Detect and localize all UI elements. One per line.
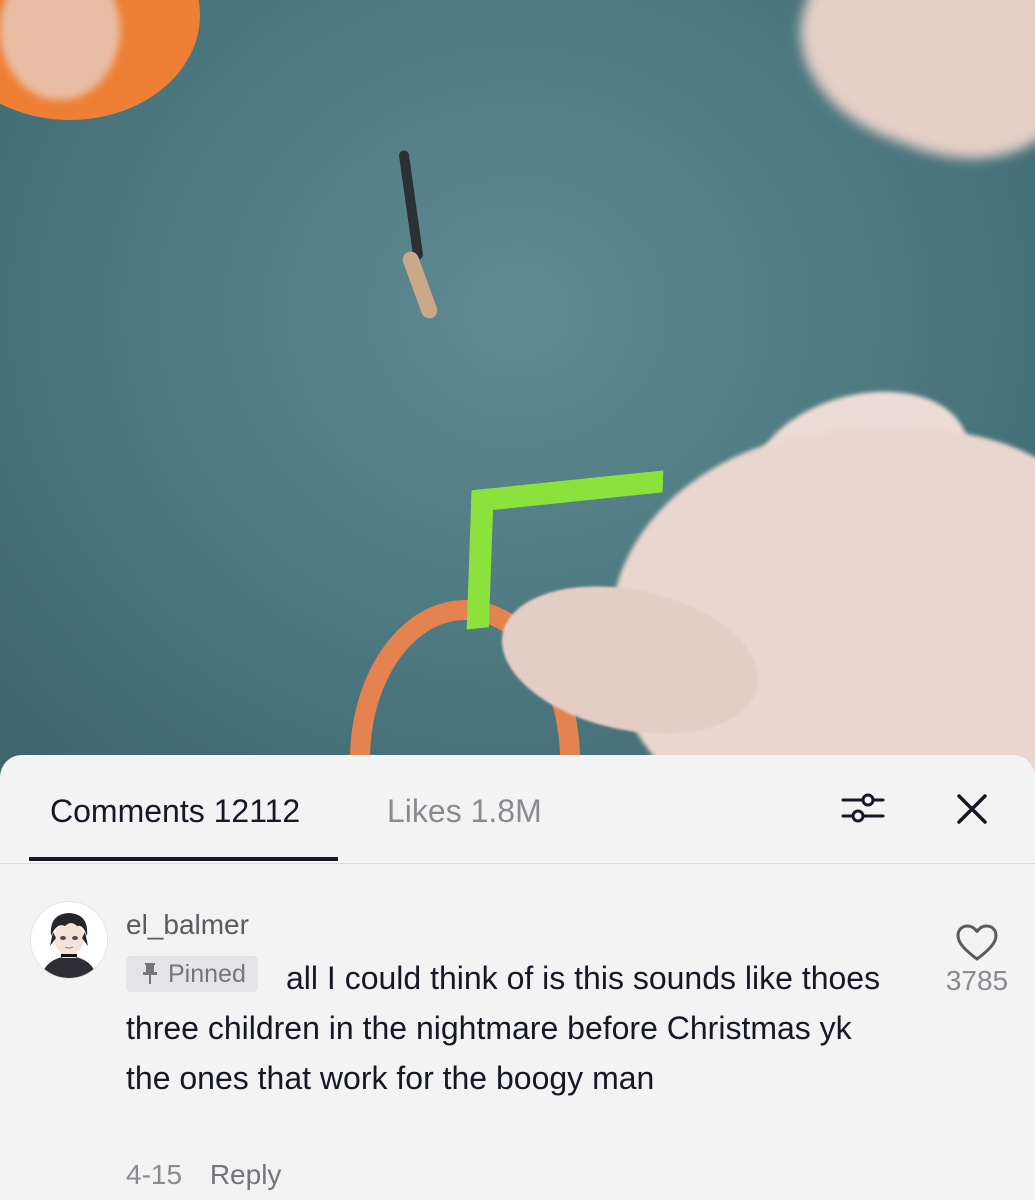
comment-username[interactable]: el_balmer <box>126 909 249 941</box>
anime-avatar-icon <box>31 902 107 978</box>
tab-likes[interactable]: Likes 1.8M <box>387 793 542 830</box>
active-tab-indicator <box>29 857 338 861</box>
comment-item: el_balmer Pinned all I could think of is… <box>0 863 1035 1200</box>
hand-top-right <box>772 0 1035 192</box>
heart-outline-icon[interactable] <box>955 923 999 963</box>
reply-button[interactable]: Reply <box>210 1159 282 1190</box>
tab-comments[interactable]: Comments 12112 <box>50 793 300 830</box>
avatar[interactable] <box>30 901 108 979</box>
like-count: 3785 <box>945 965 1009 996</box>
comments-sheet: Comments 12112 Likes 1.8M el_balmer Pinn… <box>0 755 1035 1200</box>
comment-text: all I could think of is this sounds like… <box>126 960 881 1096</box>
black-stick <box>398 149 424 261</box>
comment-date: 4-15 <box>126 1159 183 1190</box>
comment-like[interactable]: 3785 <box>940 923 1014 997</box>
filter-sliders-icon[interactable] <box>840 791 886 825</box>
stick-tip <box>400 249 440 321</box>
video-player[interactable] <box>0 0 1035 780</box>
close-icon[interactable] <box>954 791 990 827</box>
comments-tabs: Comments 12112 Likes 1.8M <box>0 755 1035 864</box>
comment-meta: 4-15 Reply <box>126 1159 281 1191</box>
